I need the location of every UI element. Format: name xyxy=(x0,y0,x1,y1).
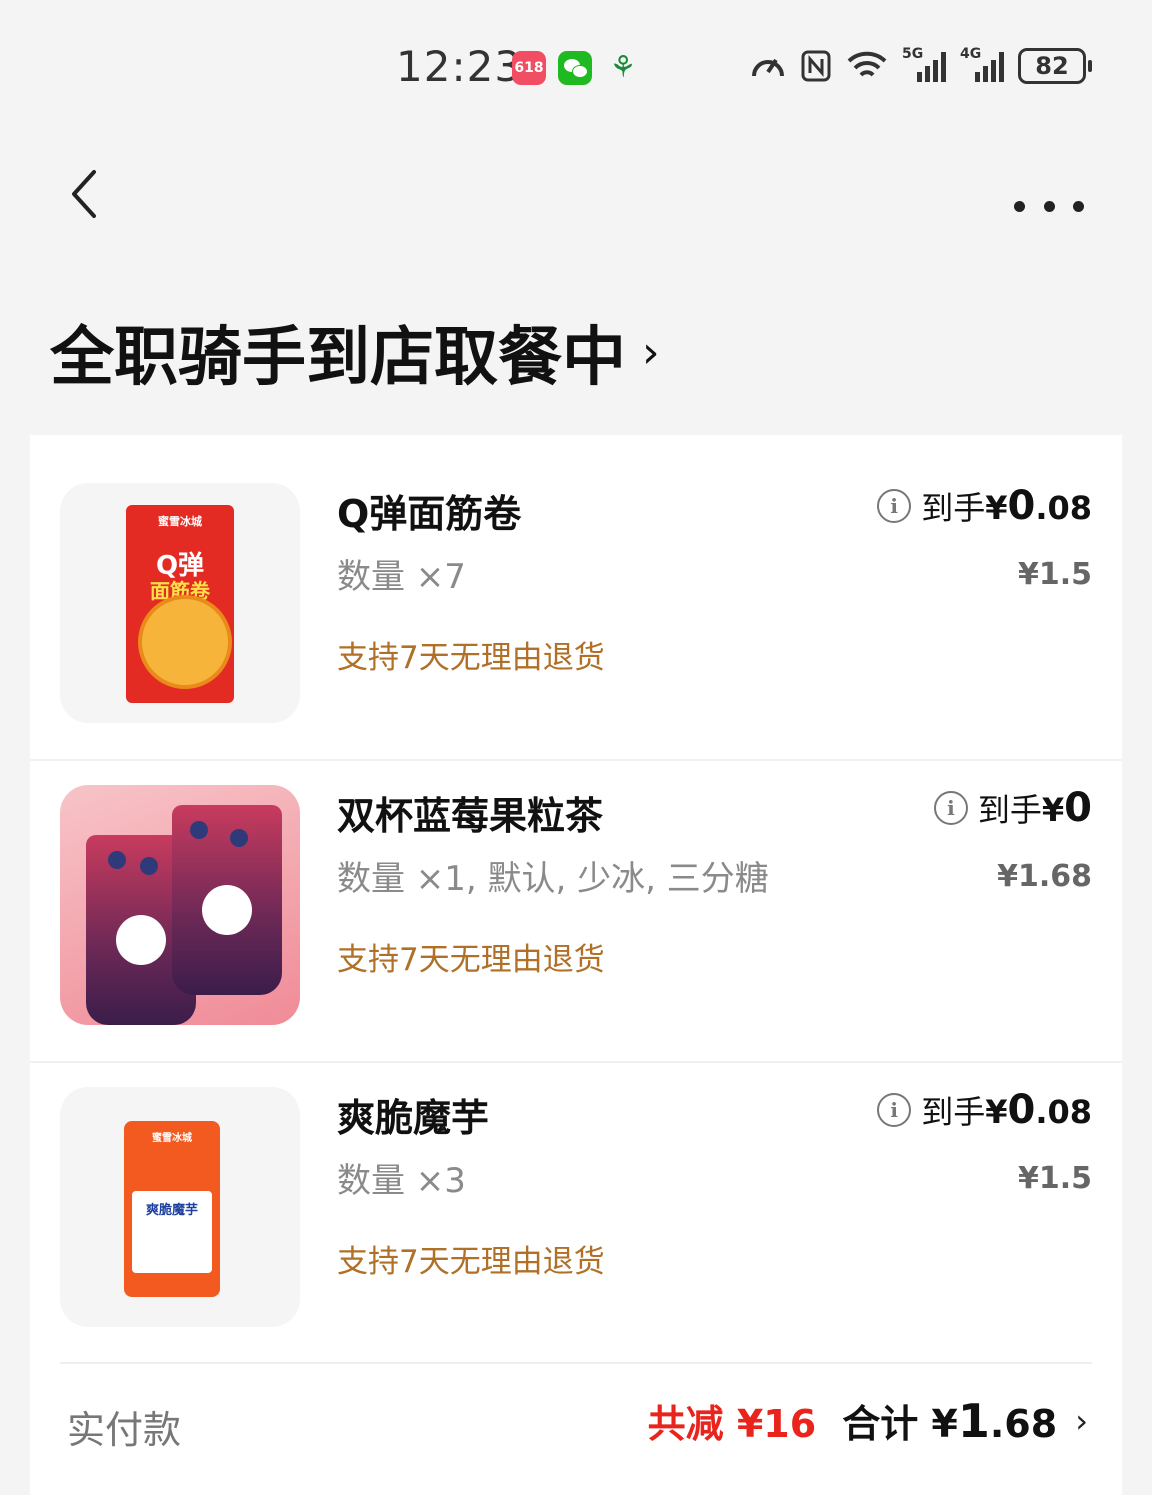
product-quantity: 数量 ×3 xyxy=(337,1161,466,1201)
status-icons: 5G 4G 82 xyxy=(750,46,1092,86)
dot-icon xyxy=(1043,200,1055,212)
status-time: 12:23 xyxy=(396,42,523,91)
info-icon[interactable]: i xyxy=(877,489,912,523)
order-status-text: 全职骑手到店取餐中 xyxy=(50,321,626,395)
payment-summary[interactable]: 共减 ¥16 合计 ¥1.68 › xyxy=(648,1393,1088,1448)
chevron-left-icon xyxy=(72,170,96,218)
postal-icon: ⚘ xyxy=(609,50,637,85)
order-items-card: 蜜雪冰城 Q弹 面筋卷 Q弹面筋卷 数量 ×7 支持7天无理由退货 i 到手 ¥… xyxy=(30,435,1122,1495)
status-bar: 12:23 618 ⚘ 5G 4G 82 xyxy=(0,0,1152,135)
product-name[interactable]: Q弹面筋卷 xyxy=(337,483,521,538)
chevron-right-icon: › xyxy=(1075,1401,1088,1440)
nfc-icon xyxy=(801,50,831,82)
product-package-art: 蜜雪冰城 Q弹 面筋卷 xyxy=(126,505,234,703)
dot-icon xyxy=(1014,200,1025,212)
product-name[interactable]: 爽脆魔芋 xyxy=(337,1087,489,1142)
product-thumbnail[interactable]: 蜜雪冰城 Q弹 面筋卷 xyxy=(60,483,300,723)
divider xyxy=(60,1362,1092,1364)
wechat-icon xyxy=(558,51,592,85)
app-618-icon: 618 xyxy=(512,51,546,85)
product-package-art: 蜜雪冰城 爽脆魔芋 xyxy=(124,1121,220,1297)
battery-icon: 82 xyxy=(1018,48,1092,84)
return-policy: 支持7天无理由退货 xyxy=(337,1244,605,1280)
signal-5g-icon: 5G xyxy=(902,46,946,86)
total-discount: 共减 ¥16 xyxy=(647,1402,817,1446)
total-amount: 合计 ¥1.68 xyxy=(842,1394,1058,1448)
final-price[interactable]: i 到手 ¥ 0 xyxy=(933,785,1092,831)
paid-amount-label: 实付款 xyxy=(67,1408,182,1452)
product-quantity: 数量 ×7 xyxy=(337,557,466,597)
product-thumbnail[interactable] xyxy=(60,785,300,1025)
order-item[interactable]: 蜜雪冰城 爽脆魔芋 爽脆魔芋 数量 ×3 支持7天无理由退货 i 到手 ¥ 0 … xyxy=(30,1039,1122,1341)
return-policy: 支持7天无理由退货 xyxy=(337,640,605,676)
signal-4g-icon: 4G xyxy=(960,46,1004,86)
speedometer-icon xyxy=(752,58,784,77)
order-item[interactable]: 双杯蓝莓果粒茶 数量 ×1, 默认, 少冰, 三分糖 支持7天无理由退货 i 到… xyxy=(30,737,1122,1039)
product-thumbnail[interactable]: 蜜雪冰城 爽脆魔芋 xyxy=(60,1087,300,1327)
info-icon[interactable]: i xyxy=(933,791,968,825)
return-policy: 支持7天无理由退货 xyxy=(337,942,605,978)
original-price: ¥1.5 xyxy=(1017,1161,1092,1196)
info-icon[interactable]: i xyxy=(877,1093,912,1127)
order-item[interactable]: 蜜雪冰城 Q弹 面筋卷 Q弹面筋卷 数量 ×7 支持7天无理由退货 i 到手 ¥… xyxy=(30,435,1122,737)
product-quantity: 数量 ×1, 默认, 少冰, 三分糖 xyxy=(337,859,769,899)
dot-icon xyxy=(1073,200,1084,212)
back-button[interactable] xyxy=(60,166,108,222)
product-name[interactable]: 双杯蓝莓果粒茶 xyxy=(337,785,603,840)
original-price: ¥1.68 xyxy=(997,859,1092,894)
order-status-title[interactable]: 全职骑手到店取餐中 › xyxy=(50,306,660,398)
final-price[interactable]: i 到手 ¥ 0 .08 xyxy=(877,483,1092,529)
more-options-button[interactable] xyxy=(1014,190,1084,222)
final-price[interactable]: i 到手 ¥ 0 .08 xyxy=(877,1087,1092,1133)
chevron-right-icon: › xyxy=(642,326,660,378)
wifi-icon xyxy=(847,51,887,77)
original-price: ¥1.5 xyxy=(1017,557,1092,592)
